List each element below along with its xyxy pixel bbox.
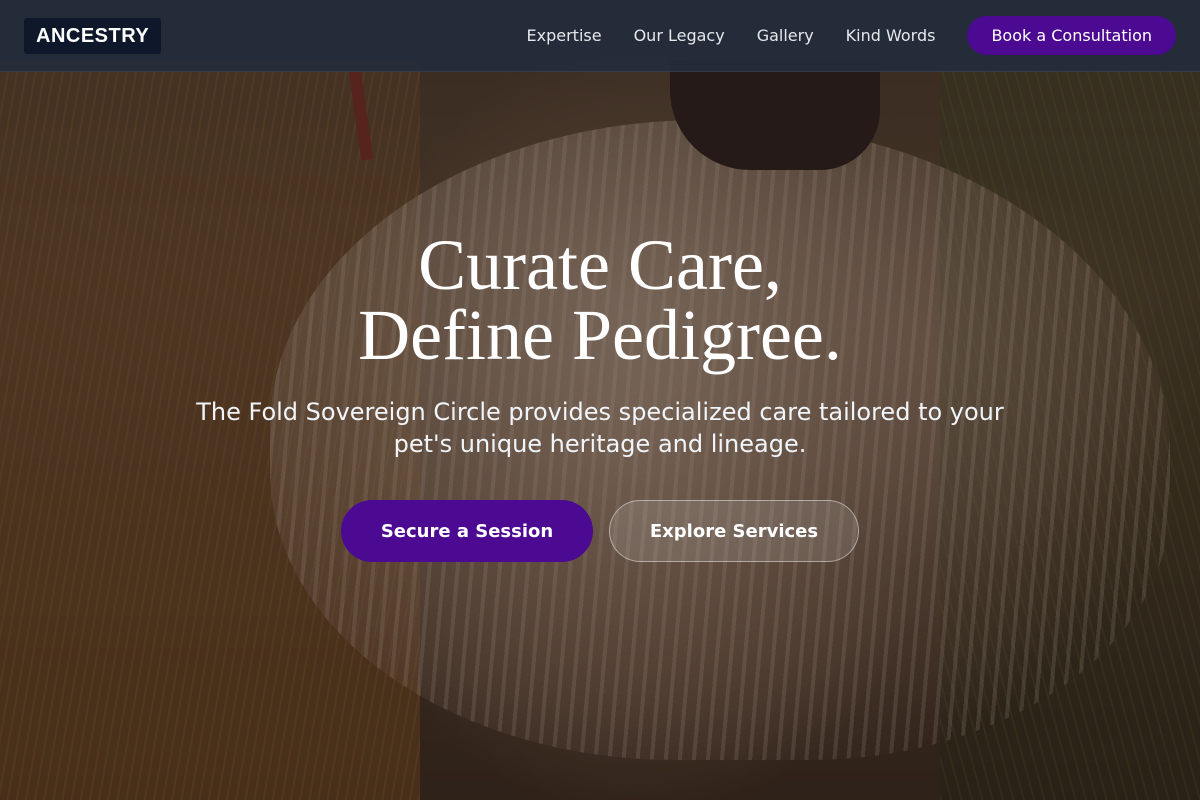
nav-link-kind-words[interactable]: Kind Words [846, 26, 936, 45]
explore-services-button[interactable]: Explore Services [609, 500, 859, 562]
hero-buttons: Secure a Session Explore Services [0, 500, 1200, 562]
hero-section: ANCESTRY Expertise Our Legacy Gallery Ki… [0, 0, 1200, 800]
nav-link-gallery[interactable]: Gallery [757, 26, 814, 45]
hero-subtitle: The Fold Sovereign Circle provides speci… [196, 398, 1004, 458]
brand-logo[interactable]: ANCESTRY [24, 17, 162, 54]
hero-headline: Curate Care, Define Pedigree. [0, 225, 1200, 375]
secure-session-button[interactable]: Secure a Session [341, 500, 593, 562]
hero-headline-line1: Curate Care, [418, 225, 782, 305]
nav-link-expertise[interactable]: Expertise [527, 26, 602, 45]
hero-headline-line2: Define Pedigree. [358, 295, 842, 375]
hero-content: Curate Care, Define Pedigree. The Fold S… [0, 225, 1200, 562]
nav-link-our-legacy[interactable]: Our Legacy [634, 26, 725, 45]
navbar: ANCESTRY Expertise Our Legacy Gallery Ki… [0, 0, 1200, 72]
book-consultation-button[interactable]: Book a Consultation [967, 16, 1176, 55]
nav-links: Expertise Our Legacy Gallery Kind Words … [527, 16, 1176, 55]
